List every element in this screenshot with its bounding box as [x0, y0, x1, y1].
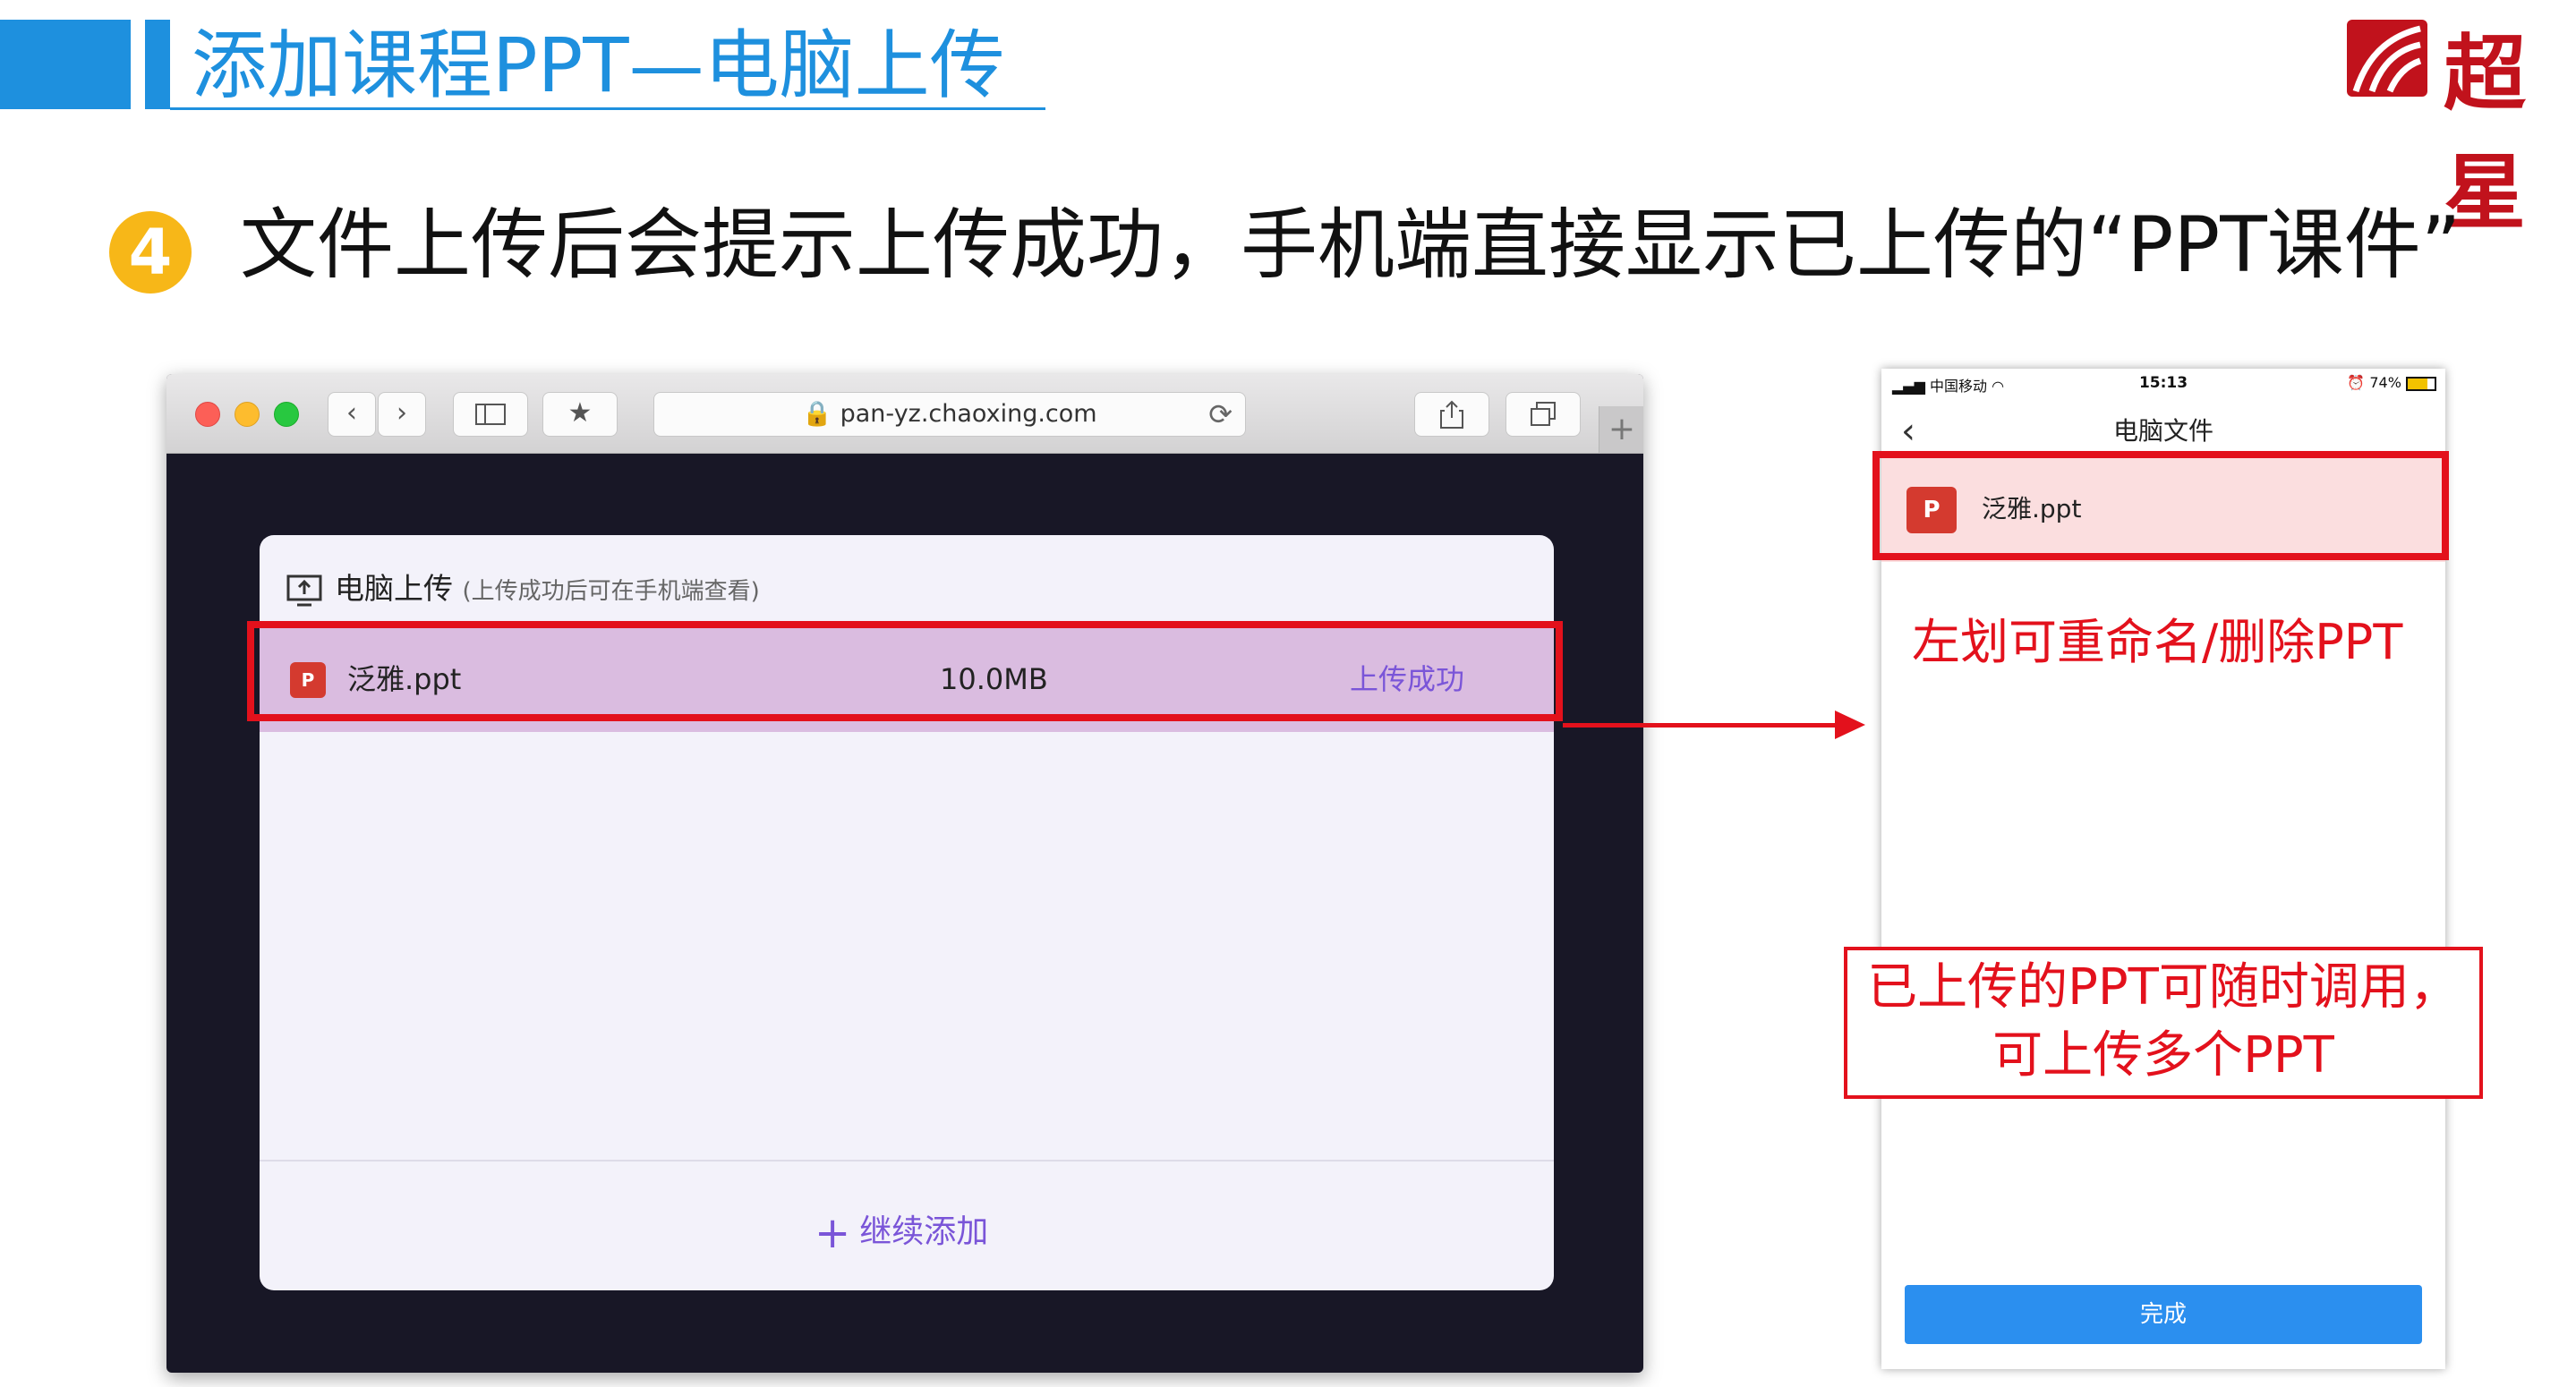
bookmarks-button[interactable]: ★ [542, 392, 618, 437]
logo-text: 超星 [2444, 25, 2530, 241]
panel-divider [260, 1160, 1554, 1162]
done-button[interactable]: 完成 [1905, 1285, 2422, 1344]
annotation-reuse-line1: 已上传的PPT可随时调用， [1867, 958, 2460, 1017]
browser-toolbar: ‹ › ★ 🔒 pan-yz.chaoxing.com ⟳ + [166, 374, 1643, 454]
lock-icon: 🔒 [802, 400, 833, 428]
plus-icon: + [815, 1208, 851, 1258]
continue-add-label: 继续添加 [859, 1213, 989, 1250]
upload-panel-title: 电脑上传 [335, 571, 453, 606]
zoom-window-button[interactable] [274, 402, 299, 427]
step-number-badge: 4 [109, 211, 192, 294]
slide-title: 添加课程PPT—电脑上传 [192, 21, 1005, 109]
sidebar-icon [475, 403, 506, 425]
header-accent-stripe [145, 20, 170, 109]
upload-panel-subtitle: (上传成功后可在手机端查看) [462, 578, 760, 605]
battery-percent: 74% [2369, 374, 2401, 391]
new-tab-button[interactable]: + [1599, 406, 1643, 453]
highlight-box-browser-row [247, 621, 1563, 721]
sidebar-toggle-button[interactable] [453, 392, 528, 437]
continue-add-button[interactable]: + 继续添加 [815, 1210, 988, 1255]
close-window-button[interactable] [195, 402, 220, 427]
url-display: 🔒 pan-yz.chaoxing.com [654, 393, 1245, 436]
step-description: 文件上传后会提示上传成功，手机端直接显示已上传的“PPT课件” [240, 200, 2461, 290]
star-icon: ★ [567, 397, 593, 429]
status-bar-battery: ⏰ 74% [2347, 374, 2436, 391]
tabs-icon [1531, 401, 1556, 426]
title-underline [170, 107, 1045, 110]
arrow-head-icon [1835, 711, 1865, 739]
address-bar[interactable]: 🔒 pan-yz.chaoxing.com ⟳ [653, 392, 1246, 437]
battery-icon [2406, 376, 2436, 391]
phone-nav-title: 电脑文件 [2112, 416, 2213, 446]
share-button[interactable] [1414, 392, 1489, 437]
browser-window: ‹ › ★ 🔒 pan-yz.chaoxing.com ⟳ + 电脑上传 (上传… [166, 374, 1643, 1373]
tabs-overview-button[interactable] [1506, 392, 1581, 437]
plus-icon: + [1608, 411, 1636, 447]
connector-arrow-line [1563, 723, 1837, 728]
url-text: pan-yz.chaoxing.com [840, 400, 1097, 428]
annotation-swipe-hint: 左划可重命名/删除PPT [1912, 614, 2403, 670]
alarm-icon: ⏰ [2347, 374, 2366, 391]
share-icon [1440, 400, 1463, 429]
annotation-reuse-line2: 可上传多个PPT [1992, 1026, 2334, 1085]
forward-button[interactable]: › [378, 392, 426, 437]
chevron-left-icon: ‹ [346, 397, 357, 429]
back-button[interactable]: ‹ [328, 392, 376, 437]
minimize-window-button[interactable] [235, 402, 260, 427]
reload-icon[interactable]: ⟳ [1208, 393, 1233, 436]
header-accent-bar [0, 20, 131, 109]
computer-upload-icon [286, 574, 322, 606]
chevron-right-icon: › [397, 397, 407, 429]
upload-panel-header: 电脑上传 (上传成功后可在手机端查看) [286, 562, 760, 618]
annotation-box: 已上传的PPT可随时调用， 可上传多个PPT [1844, 947, 2483, 1099]
highlight-box-phone-row [1872, 451, 2449, 560]
